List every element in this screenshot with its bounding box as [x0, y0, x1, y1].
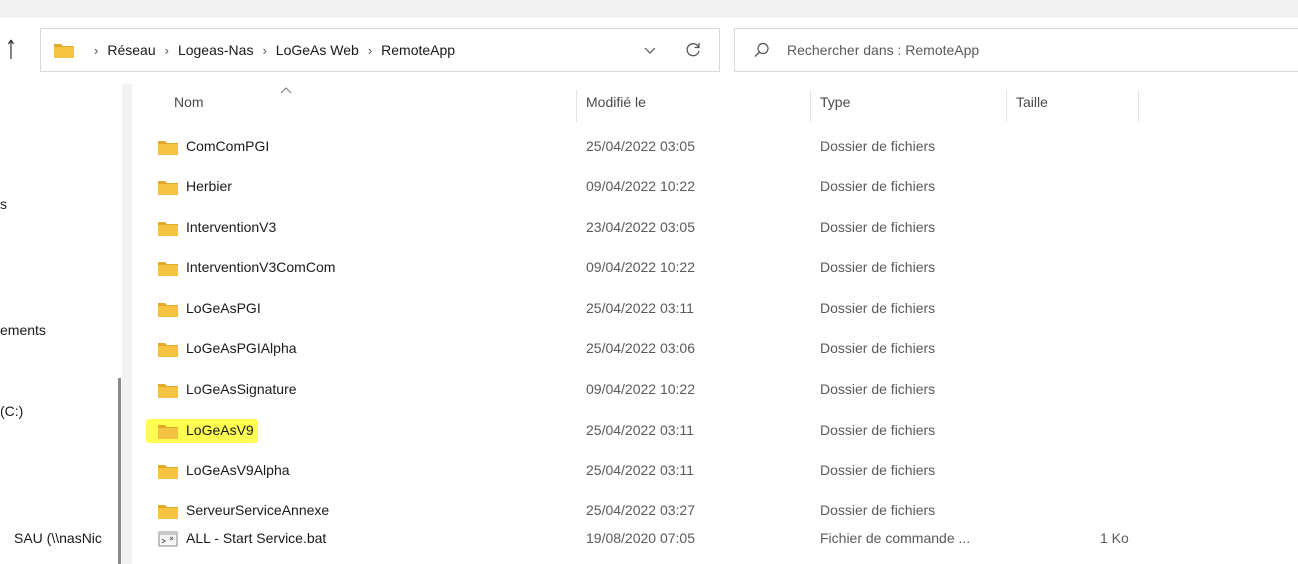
folder-icon	[158, 425, 178, 439]
file-row[interactable]: InterventionV3ComCom 09/04/2022 10:22 Do…	[150, 247, 1210, 287]
breadcrumb-item-logeas-web[interactable]: LoGeAs Web	[276, 42, 359, 58]
column-divider[interactable]	[576, 90, 577, 122]
nav-item-partial-1[interactable]: s	[0, 196, 7, 212]
file-name: InterventionV3	[186, 219, 277, 235]
column-header-modified[interactable]: Modifié le	[586, 94, 646, 114]
address-bar[interactable]: › Réseau › Logeas-Nas › LoGeAs Web › Rem…	[40, 28, 720, 72]
nav-pane-scrollbar[interactable]	[118, 378, 121, 564]
column-header-size[interactable]: Taille	[1016, 94, 1048, 114]
file-type: Dossier de fichiers	[820, 178, 936, 194]
file-row-highlighted[interactable]: LoGeAsV9 25/04/2022 03:11 Dossier de fic…	[146, 410, 1210, 450]
file-type: Dossier de fichiers	[820, 300, 936, 316]
file-modified: 25/04/2022 03:11	[586, 300, 694, 316]
chevron-right-icon[interactable]: ›	[368, 43, 372, 58]
file-row[interactable]: LoGeAsV9Alpha 25/04/2022 03:11 Dossier d…	[150, 450, 1210, 490]
folder-icon	[158, 465, 178, 479]
folder-icon	[158, 181, 178, 195]
column-header-type[interactable]: Type	[820, 94, 850, 114]
file-modified: 09/04/2022 10:22	[586, 178, 695, 194]
file-row[interactable]: ALL - Start Service.bat 19/08/2020 07:05…	[150, 518, 1210, 558]
file-row[interactable]: InterventionV3 23/04/2022 03:05 Dossier …	[150, 207, 1210, 247]
title-bar-strip	[0, 0, 1298, 18]
file-modified: 23/04/2022 03:05	[586, 219, 695, 235]
breadcrumb-item-logeas-nas[interactable]: Logeas-Nas	[178, 42, 254, 58]
file-type: Fichier de commande ...	[820, 530, 971, 546]
file-modified: 19/08/2020 07:05	[586, 530, 695, 546]
file-type: Dossier de fichiers	[820, 138, 936, 154]
folder-icon	[158, 222, 178, 236]
file-name: LoGeAsV9Alpha	[186, 462, 290, 478]
breadcrumb-item-remoteapp[interactable]: RemoteApp	[381, 42, 455, 58]
chevron-right-icon[interactable]: ›	[165, 43, 169, 58]
file-row[interactable]: LoGeAsPGI 25/04/2022 03:11 Dossier de fi…	[150, 288, 1210, 328]
column-header-name[interactable]: Nom	[174, 94, 204, 114]
refresh-icon[interactable]	[683, 40, 703, 60]
sort-ascending-icon	[280, 87, 292, 94]
folder-icon	[158, 262, 178, 276]
nav-pane-divider[interactable]	[122, 84, 132, 564]
file-modified: 25/04/2022 03:11	[586, 462, 694, 478]
file-row[interactable]: LoGeAsPGIAlpha 25/04/2022 03:06 Dossier …	[150, 328, 1210, 368]
file-type: Dossier de fichiers	[820, 340, 936, 356]
file-modified: 25/04/2022 03:05	[586, 138, 695, 154]
file-type: Dossier de fichiers	[820, 381, 936, 397]
chevron-right-icon[interactable]: ›	[262, 43, 266, 58]
file-size: 1 Ko	[1100, 530, 1129, 546]
folder-icon	[158, 303, 178, 317]
file-row[interactable]: LoGeAsSignature 09/04/2022 10:22 Dossier…	[150, 369, 1210, 409]
folder-icon	[54, 44, 74, 58]
breadcrumb-item-reseau[interactable]: Réseau	[107, 42, 155, 58]
chevron-down-icon[interactable]	[643, 42, 657, 58]
up-arrow-icon[interactable]	[8, 38, 22, 60]
column-divider[interactable]	[810, 90, 811, 122]
file-modified: 25/04/2022 03:06	[586, 340, 695, 356]
folder-icon	[158, 141, 178, 155]
file-modified: 25/04/2022 03:11	[586, 422, 694, 438]
file-type: Dossier de fichiers	[820, 259, 936, 275]
search-placeholder: Rechercher dans : RemoteApp	[787, 42, 980, 58]
chevron-right-icon[interactable]: ›	[94, 43, 98, 58]
file-name: LoGeAsV9	[186, 422, 254, 438]
file-modified: 09/04/2022 10:22	[586, 259, 695, 275]
folder-icon	[158, 505, 178, 519]
column-divider[interactable]	[1006, 90, 1007, 122]
column-divider[interactable]	[1138, 90, 1139, 122]
file-name: ALL - Start Service.bat	[186, 530, 327, 546]
nav-item-drive-c[interactable]: (C:)	[0, 403, 23, 419]
file-name: LoGeAsSignature	[186, 381, 297, 397]
folder-icon	[158, 384, 178, 398]
file-name: LoGeAsPGIAlpha	[186, 340, 297, 356]
file-type: Dossier de fichiers	[820, 422, 936, 438]
file-name: ComComPGI	[186, 138, 270, 154]
search-box[interactable]: Rechercher dans : RemoteApp	[734, 28, 1298, 72]
file-modified: 09/04/2022 10:22	[586, 381, 695, 397]
file-name: LoGeAsPGI	[186, 300, 261, 316]
file-type: Dossier de fichiers	[820, 219, 936, 235]
breadcrumb: › Réseau › Logeas-Nas › LoGeAs Web › Rem…	[85, 29, 455, 71]
file-name: Herbier	[186, 178, 232, 194]
search-icon	[754, 42, 769, 57]
batch-file-icon	[158, 531, 178, 547]
nav-item-network-drive[interactable]: SAU (\\nasNic	[14, 530, 102, 546]
file-row[interactable]: Herbier 09/04/2022 10:22 Dossier de fich…	[150, 166, 1210, 206]
folder-icon	[158, 343, 178, 357]
nav-item-partial-2[interactable]: ements	[0, 322, 46, 338]
file-name: InterventionV3ComCom	[186, 259, 336, 275]
file-type: Dossier de fichiers	[820, 462, 936, 478]
file-row[interactable]: ComComPGI 25/04/2022 03:05 Dossier de fi…	[150, 126, 1210, 166]
